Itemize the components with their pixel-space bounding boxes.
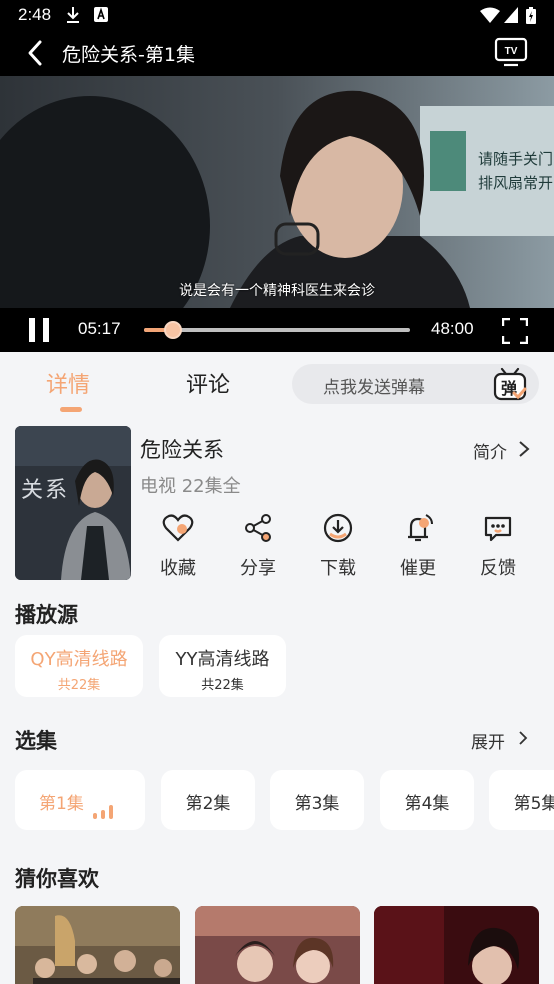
chevron-right-icon	[519, 441, 530, 457]
tab-details[interactable]: 详情	[46, 367, 91, 412]
urge-update-label: 催更	[400, 558, 436, 579]
danmu-placeholder: 点我发送弹幕	[323, 378, 425, 398]
recommend-item[interactable]	[195, 906, 360, 984]
danmu-input[interactable]: 点我发送弹幕 弹	[292, 364, 539, 404]
show-title: 危险关系	[140, 438, 224, 462]
recommend-poster	[15, 906, 180, 984]
svg-text:请随手关门: 请随手关门	[478, 150, 553, 168]
urge-update-button[interactable]: 催更	[388, 512, 448, 580]
favorite-label: 收藏	[160, 558, 196, 579]
recommend-poster	[195, 906, 360, 984]
episode-item[interactable]: 第5集	[489, 770, 554, 830]
expand-episodes-button[interactable]: 展开	[471, 728, 528, 753]
episode-item[interactable]: 第1集	[15, 770, 145, 830]
tab-details-label: 详情	[46, 373, 91, 398]
share-icon	[245, 514, 271, 542]
source-count: 共22集	[57, 678, 101, 693]
now-playing-icon	[93, 800, 117, 819]
episode-item[interactable]: 第4集	[380, 770, 474, 830]
poster-title-text: 关系	[21, 478, 70, 503]
feedback-label: 反馈	[480, 558, 516, 579]
sources-title: 播放源	[15, 603, 78, 627]
wifi-icon	[480, 7, 500, 23]
recommend-item[interactable]	[374, 906, 539, 984]
source-qy[interactable]: QY高清线路 共22集	[15, 635, 143, 697]
expand-label: 展开	[471, 733, 505, 753]
intro-link[interactable]: 简介	[473, 438, 530, 463]
share-label: 分享	[240, 558, 276, 579]
svg-text:TV: TV	[505, 46, 518, 57]
feedback-icon	[484, 516, 512, 542]
chevron-right-icon	[519, 731, 528, 745]
tab-comments[interactable]: 评论	[186, 367, 230, 399]
intro-label: 简介	[473, 443, 507, 463]
recommend-item[interactable]	[15, 906, 180, 984]
source-name: YY高清线路	[175, 649, 270, 670]
show-meta: 电视 22集全	[140, 476, 241, 497]
signal-icon	[504, 7, 518, 23]
recommend-list	[0, 906, 554, 984]
episode-label: 第4集	[404, 794, 450, 814]
download-label: 下载	[320, 558, 356, 579]
episode-item[interactable]: 第3集	[270, 770, 364, 830]
recommend-title: 猜你喜欢	[15, 867, 99, 891]
episode-label: 第3集	[294, 794, 340, 814]
video-frame: 请随手关门 排风扇常开	[0, 76, 554, 308]
episode-label: 第5集	[513, 794, 554, 814]
bell-icon	[408, 514, 433, 542]
tab-comments-label: 评论	[186, 373, 231, 398]
episodes-title: 选集	[15, 729, 57, 753]
back-arrow-icon[interactable]	[22, 38, 52, 68]
download-button[interactable]: 下载	[308, 512, 368, 580]
episode-list[interactable]: 第1集 第2集 第3集 第4集 第5集	[0, 770, 554, 830]
heart-icon	[162, 514, 194, 542]
recommend-poster	[374, 906, 539, 984]
total-duration: 48:00	[431, 319, 474, 338]
episode-label: 第2集	[185, 794, 231, 814]
video-player[interactable]: 请随手关门 排风扇常开 说是会有一个精神科医生来会诊 05:17 48:00	[0, 76, 554, 352]
share-button[interactable]: 分享	[228, 512, 288, 580]
detail-tabs: 详情 评论 点我发送弹幕 弹	[0, 352, 554, 416]
source-yy[interactable]: YY高清线路 共22集	[159, 635, 286, 697]
source-name: QY高清线路	[30, 649, 128, 670]
fullscreen-icon[interactable]	[502, 318, 528, 344]
feedback-button[interactable]: 反馈	[468, 512, 528, 580]
danmu-toggle-icon[interactable]: 弹	[492, 367, 528, 401]
page-title: 危险关系-第1集	[62, 44, 195, 66]
favorite-button[interactable]: 收藏	[148, 512, 208, 580]
episode-label: 第1集	[39, 794, 84, 814]
show-poster[interactable]: 关系	[15, 426, 131, 580]
download-status-icon	[67, 7, 79, 23]
source-count: 共22集	[201, 678, 244, 693]
progress-handle[interactable]	[164, 321, 183, 339]
svg-text:排风扇常开: 排风扇常开	[478, 174, 553, 192]
app-notification-icon	[94, 7, 108, 22]
player-controls: 05:17 48:00	[0, 308, 554, 352]
pause-icon[interactable]	[28, 318, 50, 342]
battery-icon	[526, 7, 536, 24]
active-tab-indicator	[60, 407, 82, 412]
video-subtitle: 说是会有一个精神科医生来会诊	[179, 283, 375, 299]
tv-cast-icon[interactable]: TV	[494, 36, 528, 68]
episode-item[interactable]: 第2集	[161, 770, 255, 830]
download-icon	[323, 513, 353, 543]
top-nav-bar: 危险关系-第1集 TV	[0, 30, 554, 76]
status-bar: 2:48	[0, 0, 554, 30]
current-time: 05:17	[78, 319, 121, 338]
status-time: 2:48	[18, 5, 52, 24]
progress-bar[interactable]	[144, 321, 410, 339]
